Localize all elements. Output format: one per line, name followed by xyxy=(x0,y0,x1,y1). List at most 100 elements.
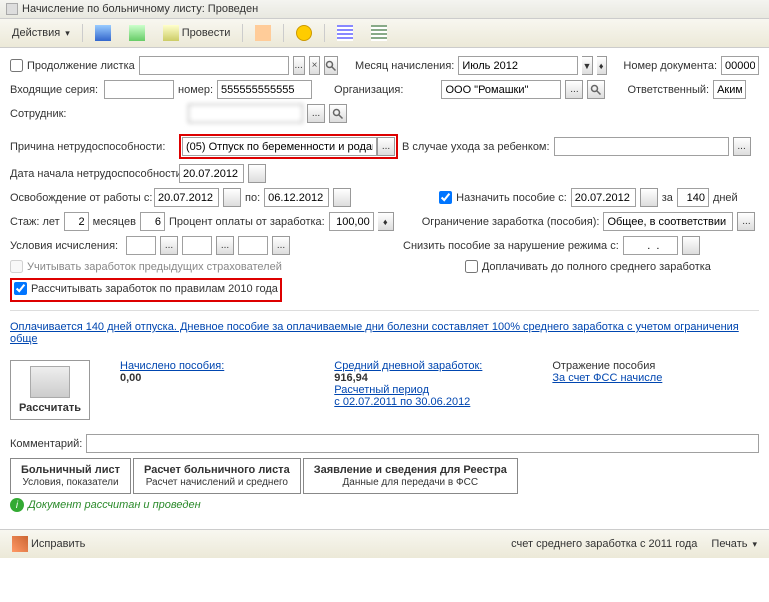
prichina-field[interactable] xyxy=(182,137,377,156)
info-link[interactable]: Оплачивается 140 дней отпуска. Дневное п… xyxy=(10,321,759,345)
osvobozh-s-calendar-button[interactable] xyxy=(223,188,241,207)
raschet-period-value[interactable]: с 02.07.2011 по 30.06.2012 xyxy=(334,396,482,408)
pechat-button[interactable]: Печать xyxy=(705,535,763,553)
osvobozh-po-field[interactable] xyxy=(264,188,329,207)
usloviya2-lookup[interactable]: ... xyxy=(216,236,234,255)
prichina-label: Причина нетрудоспособности: xyxy=(10,141,175,153)
ogranich-lookup-button[interactable]: ... xyxy=(737,212,755,231)
data-nachala-field[interactable] xyxy=(179,164,244,183)
usloviya1-lookup[interactable]: ... xyxy=(160,236,178,255)
sotrudnik-field[interactable] xyxy=(188,104,303,123)
nomer-dok-field[interactable] xyxy=(721,56,759,75)
usloviya3-lookup[interactable]: ... xyxy=(272,236,290,255)
rasschit2010-highlight: Рассчитывать заработок по правилам 2010 … xyxy=(10,278,282,302)
org-search-button[interactable] xyxy=(587,80,605,99)
org-lookup-button[interactable]: ... xyxy=(565,80,583,99)
status-ok: Документ рассчитан и проведен xyxy=(28,499,201,511)
nomer-label: номер: xyxy=(178,84,213,96)
naznach-checkbox[interactable]: Назначить пособие с: xyxy=(439,191,567,204)
prodolzhenie-lookup-button[interactable]: ... xyxy=(293,56,305,75)
prodolzhenie-field[interactable] xyxy=(139,56,289,75)
prodolzhenie-search-button[interactable] xyxy=(324,56,338,75)
uchityvat-checkbox: Учитывать заработок предыдущих страховат… xyxy=(10,260,282,273)
mesyac-field[interactable] xyxy=(458,56,578,75)
v-sluchae-lookup-button[interactable]: ... xyxy=(733,137,751,156)
mesyac-spin-button[interactable]: ♦ xyxy=(597,56,607,75)
usloviya3-field[interactable] xyxy=(238,236,268,255)
prodolzhenie-clear-button[interactable]: × xyxy=(309,56,321,75)
provesti-button[interactable]: Провести xyxy=(157,22,237,44)
prichina-lookup-button[interactable]: ... xyxy=(377,137,395,156)
ispravit-button[interactable]: Исправить xyxy=(6,533,91,555)
data-nachala-label: Дата начала нетрудоспособности: xyxy=(10,168,175,180)
mesyacev-label: месяцев xyxy=(93,216,136,228)
ogranich-label: Ограничение заработка (пособия): xyxy=(422,216,600,228)
nachisleno-link[interactable]: Начислено пособия: xyxy=(120,360,224,372)
list1-button[interactable] xyxy=(331,22,359,44)
doplach-checkbox[interactable]: Доплачивать до полного среднего заработк… xyxy=(465,260,711,273)
calculator-icon xyxy=(30,366,70,398)
procent-spin[interactable]: ♦ xyxy=(378,212,394,231)
naznach-s-field[interactable] xyxy=(571,188,636,207)
actions-menu[interactable]: Действия xyxy=(6,24,76,42)
otrazh-link[interactable]: За счет ФСС начисле xyxy=(552,372,662,384)
rasschit2010-checkbox[interactable]: Рассчитывать заработок по правилам 2010 … xyxy=(14,282,278,295)
pencil-icon xyxy=(12,536,28,552)
sred-link[interactable]: Средний дневной заработок: xyxy=(334,360,482,372)
window-titlebar: Начисление по больничному листу: Проведе… xyxy=(0,0,769,19)
komment-field[interactable] xyxy=(86,434,759,453)
org-label: Организация: xyxy=(334,84,403,96)
sotrudnik-lookup-button[interactable]: ... xyxy=(307,104,325,123)
seria-label: Входящие серия: xyxy=(10,84,100,96)
v-sluchae-label: В случае ухода за ребенком: xyxy=(402,141,550,153)
po-label: по: xyxy=(245,192,260,204)
help-button[interactable] xyxy=(290,22,318,44)
v-sluchae-field[interactable] xyxy=(554,137,729,156)
sotrudnik-search-button[interactable] xyxy=(329,104,347,123)
list2-button[interactable] xyxy=(365,22,393,44)
procent-label: Процент оплаты от заработка: xyxy=(169,216,325,228)
usloviya-label: Условия исчисления: xyxy=(10,240,122,252)
snizit-field[interactable] xyxy=(623,236,678,255)
save-button[interactable] xyxy=(89,22,117,44)
toolbar: Действия Провести xyxy=(0,19,769,48)
app-icon xyxy=(6,3,18,15)
naznach-s-calendar-button[interactable] xyxy=(640,188,658,207)
prichina-highlight: ... xyxy=(179,134,398,159)
data-nachala-calendar-button[interactable] xyxy=(248,164,266,183)
rasschitat-button[interactable]: Рассчитать xyxy=(10,360,90,420)
osvobozh-label: Освобождение от работы с: xyxy=(10,192,150,204)
osvobozh-po-calendar-button[interactable] xyxy=(333,188,351,207)
osvobozh-s-field[interactable] xyxy=(154,188,219,207)
usloviya1-field[interactable] xyxy=(126,236,156,255)
otvet-field[interactable] xyxy=(713,80,746,99)
nomer-field[interactable] xyxy=(217,80,312,99)
dnei-field[interactable] xyxy=(677,188,709,207)
tab-zayavlenie[interactable]: Заявление и сведения для Реестра Данные … xyxy=(303,458,518,494)
window-title-text: Начисление по больничному листу: Проведе… xyxy=(22,3,258,15)
org-field[interactable] xyxy=(441,80,561,99)
za-label: за xyxy=(662,192,673,204)
snizit-calendar-button[interactable] xyxy=(682,236,700,255)
stazh-let-label: Стаж: лет xyxy=(10,216,60,228)
tab-bolnichny[interactable]: Больничный лист Условия, показатели xyxy=(10,458,131,494)
raschet-period-link[interactable]: Расчетный период xyxy=(334,384,429,396)
seria-field[interactable] xyxy=(104,80,174,99)
tool1-button[interactable] xyxy=(249,22,277,44)
statusbar: Исправить счет среднего заработка с 2011… xyxy=(0,529,769,558)
dnei-label: дней xyxy=(713,192,738,204)
procent-field[interactable] xyxy=(329,212,374,231)
prodolzhenie-checkbox[interactable]: Продолжение листка xyxy=(10,59,135,72)
stazh-let-field[interactable] xyxy=(64,212,89,231)
refresh-button[interactable] xyxy=(123,22,151,44)
nachisleno-value: 0,00 xyxy=(120,372,224,384)
info-icon: i xyxy=(10,498,24,512)
komment-label: Комментарий: xyxy=(10,438,82,450)
bottom-info-text: счет среднего заработка с 2011 года xyxy=(511,538,697,550)
usloviya2-field[interactable] xyxy=(182,236,212,255)
tab-raschet[interactable]: Расчет больничного листа Расчет начислен… xyxy=(133,458,301,494)
stazh-mes-field[interactable] xyxy=(140,212,165,231)
nomer-dok-label: Номер документа: xyxy=(623,60,717,72)
mesyac-dropdown-button[interactable]: ▼ xyxy=(582,56,592,75)
ogranich-field[interactable] xyxy=(603,212,733,231)
